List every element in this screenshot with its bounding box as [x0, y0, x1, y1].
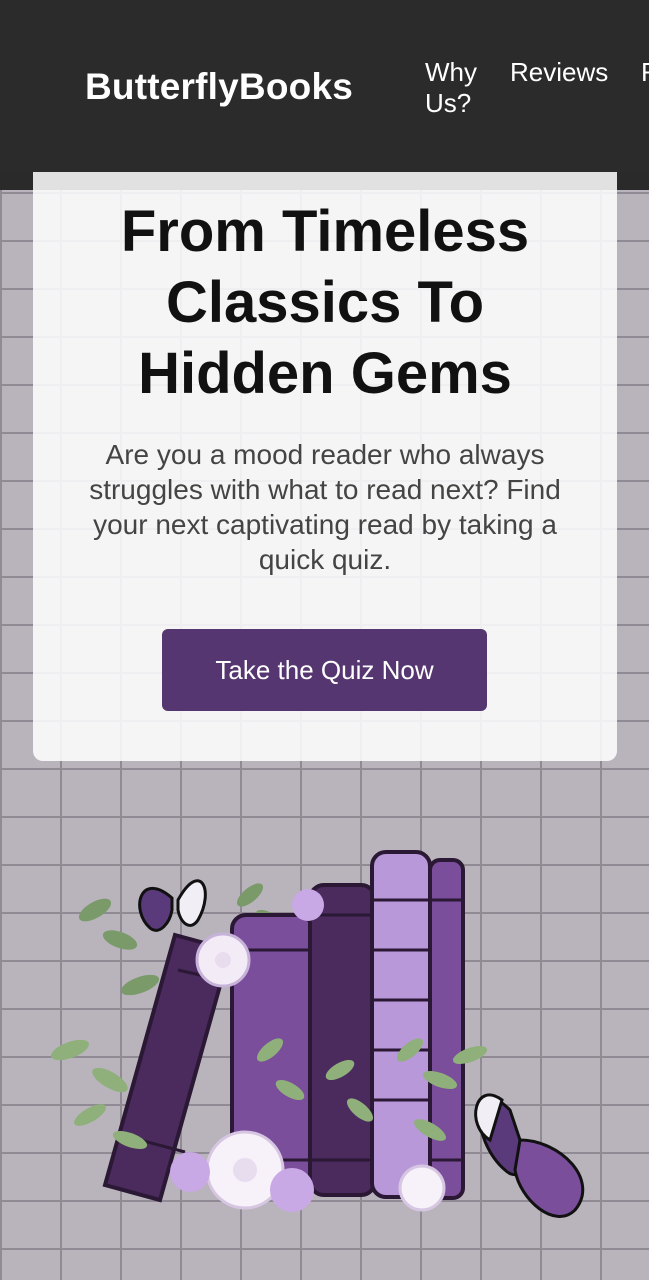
nav-link-reviews[interactable]: Reviews: [510, 57, 608, 88]
hero-description: Are you a mood reader who always struggl…: [89, 439, 561, 575]
hero-title: From Timeless Classics To Hidden Gems: [120, 199, 530, 406]
book-spine-5: [428, 858, 465, 1200]
brand-logo[interactable]: ButterflyBooks: [85, 66, 353, 108]
site-header: ButterflyBooks Why Us? Reviews F: [0, 0, 649, 172]
book-spine-3: [308, 883, 377, 1197]
hero-card: From Timeless Classics To Hidden Gems Ar…: [33, 172, 617, 761]
take-quiz-button[interactable]: Take the Quiz Now: [162, 629, 487, 711]
books-illustration: [51, 850, 585, 1218]
book-spine-4: [370, 850, 432, 1199]
butterfly-icon: [474, 1093, 585, 1218]
nav-link-why-us[interactable]: Why Us?: [425, 57, 485, 119]
butterfly-icon: [138, 879, 207, 932]
nav-link-truncated[interactable]: F: [641, 57, 649, 88]
